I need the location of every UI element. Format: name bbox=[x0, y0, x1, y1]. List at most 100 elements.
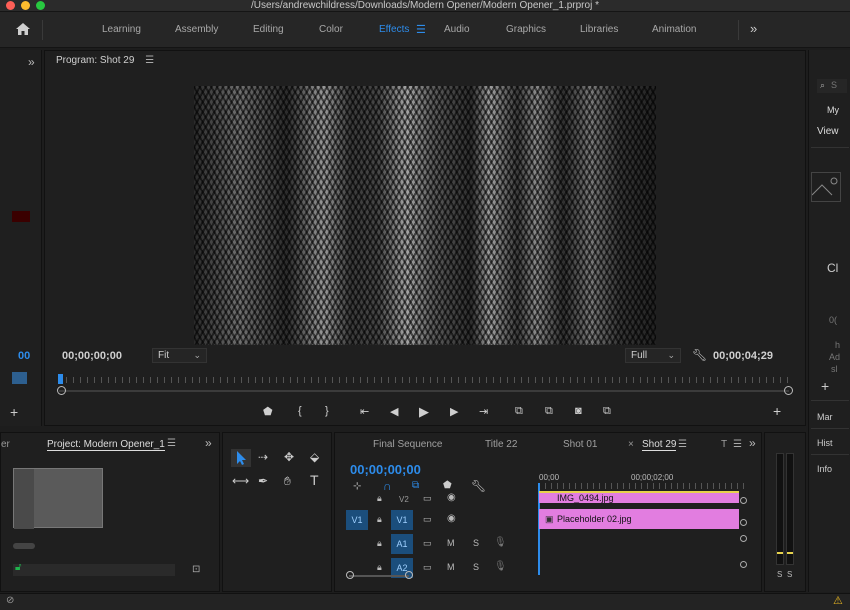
solo-right-button[interactable]: S bbox=[787, 570, 792, 579]
tab-shot-29[interactable]: Shot 29 bbox=[642, 439, 677, 451]
view-label[interactable]: View bbox=[817, 126, 839, 137]
v-scroll-handle[interactable] bbox=[740, 535, 747, 542]
resolution-dropdown[interactable]: Full ⌄ bbox=[625, 348, 681, 363]
lock-icon[interactable]: 🔒︎ bbox=[377, 514, 382, 525]
film-icon[interactable]: ▭ bbox=[423, 562, 432, 573]
background-task-icon[interactable]: ⊘ bbox=[6, 595, 14, 606]
history-tab[interactable]: Hist bbox=[817, 438, 833, 448]
prev-tab-label[interactable]: er bbox=[1, 439, 10, 450]
tab-final-sequence[interactable]: Final Sequence bbox=[373, 439, 443, 450]
razor-tool-icon[interactable]: ⬙ bbox=[310, 450, 319, 464]
slip-tool-icon[interactable]: ⟷ bbox=[232, 474, 249, 488]
h-scroll-handle-right[interactable] bbox=[405, 571, 413, 579]
more-workspaces-icon[interactable]: » bbox=[750, 21, 757, 36]
camera-icon[interactable]: ◙ bbox=[575, 405, 582, 417]
step-back-icon[interactable]: ◀︎ bbox=[390, 405, 398, 418]
home-icon[interactable] bbox=[15, 22, 31, 36]
playhead[interactable] bbox=[58, 374, 63, 384]
timeline-timecode[interactable]: 00;00;00;00 bbox=[350, 462, 421, 477]
tab-shot-01[interactable]: Shot 01 bbox=[563, 439, 597, 450]
zoom-scrollbar[interactable] bbox=[59, 390, 789, 392]
add-icon[interactable]: + bbox=[10, 404, 18, 420]
expand-icon[interactable]: » bbox=[749, 436, 756, 450]
hand-tool-icon[interactable]: ✋︎ bbox=[284, 474, 291, 489]
clip-img-0494[interactable]: IMG_0494.jpg bbox=[539, 491, 739, 503]
workspace-audio[interactable]: Audio bbox=[444, 24, 470, 35]
expand-icon[interactable]: » bbox=[28, 55, 35, 69]
workspace-menu-icon[interactable]: ☰ bbox=[416, 23, 426, 36]
close-tab-icon[interactable]: × bbox=[628, 439, 634, 450]
workspace-graphics[interactable]: Graphics bbox=[506, 24, 546, 35]
add-icon[interactable]: + bbox=[821, 378, 829, 394]
markers-tab[interactable]: Mar bbox=[817, 412, 833, 422]
workspace-color[interactable]: Color bbox=[319, 24, 343, 35]
compare-icon[interactable]: ⧉ bbox=[603, 405, 611, 418]
timeline-more-menu-icon[interactable]: ☰ bbox=[733, 439, 742, 450]
lift-icon[interactable]: ⧉ bbox=[515, 405, 523, 418]
program-current-timecode[interactable]: 00;00;00;00 bbox=[62, 350, 122, 362]
eye-icon[interactable]: ◉ bbox=[447, 492, 456, 503]
h-scrollbar[interactable] bbox=[349, 575, 409, 577]
expand-icon[interactable]: » bbox=[205, 436, 212, 450]
project-tab[interactable]: Project: Modern Opener_1 bbox=[47, 439, 165, 451]
film-icon[interactable]: ▭ bbox=[423, 538, 432, 549]
workspace-libraries[interactable]: Libraries bbox=[580, 24, 618, 35]
tab-title-22[interactable]: Title 22 bbox=[485, 439, 517, 450]
mark-in-icon[interactable]: { bbox=[298, 405, 302, 417]
add-marker-icon[interactable]: ⬟ bbox=[263, 405, 273, 418]
h-scroll-handle-left[interactable] bbox=[346, 571, 354, 579]
track-select-tool-icon[interactable]: ⇢ bbox=[258, 450, 268, 464]
v-scroll-handle[interactable] bbox=[740, 497, 747, 504]
film-icon[interactable]: ▭ bbox=[423, 493, 432, 504]
fit-dropdown[interactable]: Fit ⌄ bbox=[152, 348, 207, 363]
v-scroll-handle[interactable] bbox=[740, 519, 747, 526]
play-icon[interactable]: ▶ bbox=[419, 404, 429, 420]
workspace-learning[interactable]: Learning bbox=[102, 24, 141, 35]
workspace-effects[interactable]: Effects bbox=[379, 24, 409, 35]
type-tool-icon[interactable]: T bbox=[310, 472, 319, 488]
mic-icon[interactable]: 🎙︎ bbox=[494, 561, 507, 572]
mic-icon[interactable]: 🎙︎ bbox=[494, 537, 507, 548]
source-patch-v1[interactable]: V1 bbox=[346, 510, 368, 530]
lock-icon[interactable]: 🔒︎ bbox=[377, 493, 382, 504]
track-a1-toggle[interactable]: A1 bbox=[391, 534, 413, 554]
workspace-editing[interactable]: Editing bbox=[253, 24, 284, 35]
tab-t[interactable]: T bbox=[721, 439, 727, 450]
solo-left-button[interactable]: S bbox=[777, 570, 782, 579]
pen-tool-icon[interactable]: ✒ bbox=[258, 474, 268, 488]
timeline-ruler[interactable] bbox=[539, 483, 745, 489]
clip-placeholder-02[interactable]: ▣ Placeholder 02.jpg bbox=[539, 509, 739, 529]
warning-icon[interactable]: ⚠ bbox=[833, 594, 843, 607]
go-to-out-icon[interactable]: ⇥ bbox=[479, 405, 488, 418]
time-ruler[interactable] bbox=[59, 377, 789, 383]
my-label[interactable]: My bbox=[827, 105, 839, 115]
program-menu-icon[interactable]: ☰ bbox=[145, 55, 154, 66]
film-icon[interactable]: ▭ bbox=[423, 514, 432, 525]
linked-selection-icon[interactable]: ⧉ bbox=[412, 480, 419, 491]
project-menu-icon[interactable]: ☰ bbox=[167, 438, 176, 449]
playhead-marker[interactable] bbox=[12, 372, 27, 384]
eye-icon[interactable]: ◉ bbox=[447, 513, 456, 524]
add-marker-icon[interactable]: ⬟ bbox=[443, 480, 452, 491]
go-to-in-icon[interactable]: ⇤ bbox=[360, 405, 369, 418]
lock-icon[interactable]: 🔓︎ bbox=[15, 562, 21, 573]
step-forward-icon[interactable]: ▶︎ bbox=[450, 405, 458, 418]
search-bin-icon[interactable]: ⊡ bbox=[192, 564, 200, 575]
track-v1-toggle[interactable]: V1 bbox=[391, 510, 413, 530]
mark-out-icon[interactable]: } bbox=[325, 405, 329, 417]
zoom-slider[interactable] bbox=[13, 543, 35, 549]
ripple-edit-tool-icon[interactable]: ✥ bbox=[284, 450, 294, 464]
scroll-handle-left[interactable] bbox=[57, 386, 66, 395]
mute-button[interactable]: M bbox=[447, 538, 455, 548]
workspace-animation[interactable]: Animation bbox=[652, 24, 696, 35]
scroll-handle-right[interactable] bbox=[784, 386, 793, 395]
workspace-assembly[interactable]: Assembly bbox=[175, 24, 218, 35]
solo-button[interactable]: S bbox=[473, 538, 479, 548]
info-tab[interactable]: Info bbox=[817, 464, 832, 474]
project-thumbnail[interactable] bbox=[13, 468, 103, 529]
selection-tool-icon[interactable] bbox=[231, 449, 251, 467]
search-input[interactable]: ⌕ S bbox=[817, 79, 847, 93]
lock-icon[interactable]: 🔒︎ bbox=[377, 538, 382, 549]
solo-button[interactable]: S bbox=[473, 562, 479, 572]
lock-icon[interactable]: 🔒︎ bbox=[377, 562, 382, 573]
